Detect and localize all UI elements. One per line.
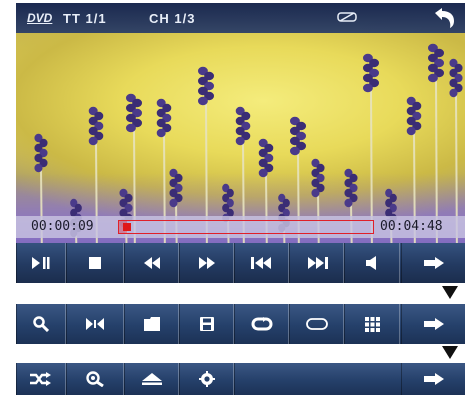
- play-pause-button[interactable]: [16, 243, 66, 283]
- next-page-arrow-icon: [423, 257, 444, 269]
- subtitle-off-icon[interactable]: [337, 12, 357, 22]
- toolbar-spacer: [234, 363, 401, 395]
- settings-button[interactable]: [179, 363, 234, 395]
- next-page-button[interactable]: [401, 363, 465, 395]
- save-icon: [199, 317, 214, 331]
- current-time: 00:00:09: [31, 219, 94, 234]
- settings-icon: [198, 371, 215, 387]
- stop-icon: [89, 257, 101, 269]
- status-bar: DVD TT 1/1 CH 1/3: [16, 3, 465, 33]
- title-indicator: TT 1/1: [63, 11, 107, 26]
- ab-loop-button[interactable]: [289, 304, 344, 344]
- repeat-button[interactable]: [234, 304, 289, 344]
- zoom-icon: [86, 371, 104, 387]
- next-page-arrow-icon: [423, 318, 444, 330]
- previous-track-button[interactable]: [234, 243, 289, 283]
- progress-track[interactable]: [118, 220, 374, 234]
- eject-icon: [141, 373, 162, 385]
- volume-icon: [366, 256, 376, 270]
- expand-arrow-indicator: [442, 286, 458, 299]
- next-track-button[interactable]: [289, 243, 344, 283]
- video-screen[interactable]: DVD TT 1/1 CH 1/3 00:00:09 00:04:48: [16, 3, 465, 283]
- expand-arrow-indicator: [442, 346, 458, 359]
- next-page-arrow-icon: [423, 373, 444, 385]
- progress-marker[interactable]: [122, 223, 131, 231]
- chapter-indicator: CH 1/3: [149, 11, 196, 26]
- save-button[interactable]: [179, 304, 234, 344]
- previous-track-icon: [250, 257, 271, 269]
- zoom-button[interactable]: [66, 363, 124, 395]
- volume-button[interactable]: [344, 243, 400, 283]
- angle-button[interactable]: [66, 304, 124, 344]
- repeat-icon: [251, 317, 272, 331]
- shuffle-icon: [30, 372, 51, 386]
- eject-button[interactable]: [124, 363, 179, 395]
- fast-forward-button[interactable]: [179, 243, 234, 283]
- next-track-icon: [307, 257, 328, 269]
- lavender-scene: [34, 43, 463, 266]
- back-arrow-icon[interactable]: [430, 7, 456, 29]
- shuffle-button[interactable]: [16, 363, 66, 395]
- ab-loop-icon: [305, 318, 328, 330]
- rewind-button[interactable]: [124, 243, 179, 283]
- folder-button[interactable]: [124, 304, 179, 344]
- search-icon: [33, 316, 49, 332]
- function-toolbar-2: [16, 304, 465, 344]
- playback-control-bar: [16, 243, 465, 283]
- next-page-button[interactable]: [401, 243, 465, 283]
- angle-icon: [86, 318, 104, 330]
- rewind-icon: [143, 257, 160, 269]
- grid-menu-icon: [364, 316, 380, 332]
- source-label: DVD: [27, 11, 53, 25]
- search-button[interactable]: [16, 304, 66, 344]
- grid-menu-button[interactable]: [344, 304, 400, 344]
- progress-row: 00:00:09 00:04:48: [16, 216, 465, 238]
- next-page-button[interactable]: [401, 304, 465, 344]
- fast-forward-icon: [198, 257, 215, 269]
- stop-button[interactable]: [66, 243, 124, 283]
- function-toolbar-3: [16, 363, 465, 395]
- total-time: 00:04:48: [380, 219, 443, 234]
- folder-icon: [143, 317, 160, 331]
- play-pause-icon: [32, 257, 50, 269]
